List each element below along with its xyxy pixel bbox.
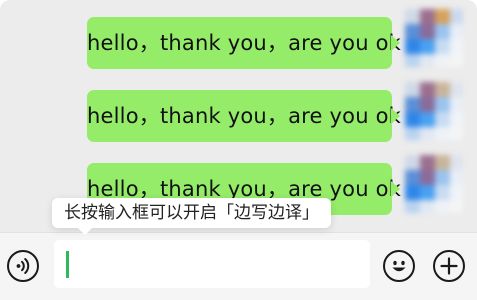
- avatar[interactable]: [405, 155, 463, 213]
- tooltip-text: 长按输入框可以开启「边写边译」: [64, 203, 319, 223]
- bubble-tail: [391, 108, 400, 124]
- plus-icon: [440, 257, 458, 275]
- message-bubble[interactable]: hello，thank you，are you ok: [87, 17, 401, 69]
- emoji-button[interactable]: [383, 250, 415, 282]
- voice-icon: [16, 258, 30, 274]
- translate-hint-tooltip: 长按输入框可以开启「边写边译」: [52, 198, 331, 235]
- message-row: hello，thank you，are you ok: [0, 82, 477, 146]
- voice-button[interactable]: [7, 250, 39, 282]
- emoji-icon: [392, 260, 406, 272]
- chat-screen: hello，thank you，are you ok hello，thank y…: [0, 0, 477, 300]
- message-bubble[interactable]: hello，thank you，are you ok: [87, 90, 401, 142]
- tooltip-arrow: [78, 228, 92, 235]
- avatar[interactable]: [405, 9, 463, 67]
- avatar[interactable]: [405, 82, 463, 140]
- message-input[interactable]: [54, 240, 370, 288]
- message-row: hello，thank you，are you ok: [0, 9, 477, 73]
- more-button[interactable]: [433, 250, 465, 282]
- bubble-tail: [391, 181, 400, 197]
- text-caret: [66, 251, 69, 278]
- bubble-tail: [391, 35, 400, 51]
- input-bar: [0, 232, 477, 300]
